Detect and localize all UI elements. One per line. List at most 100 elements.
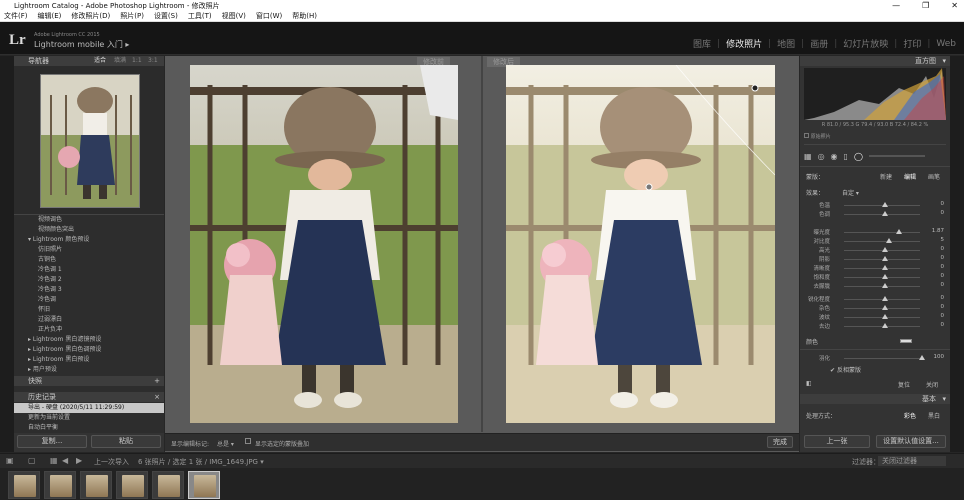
zoom-fit[interactable]: 适合 — [94, 56, 106, 66]
menu-view[interactable]: 视图(V) — [222, 11, 246, 21]
add-snapshot-icon[interactable]: + — [154, 376, 160, 386]
previous-button[interactable]: 上一张 — [804, 435, 870, 448]
module-library[interactable]: 图库 — [693, 37, 711, 50]
treatment-bw[interactable]: 黑白 — [928, 411, 940, 420]
feather-slider[interactable]: 羽化 100 — [806, 354, 946, 363]
done-button[interactable]: 完成 — [767, 436, 793, 448]
preset-item[interactable]: 冷色调 2 — [14, 275, 164, 285]
close-mask-button[interactable]: 关闭 — [926, 380, 938, 389]
slider-knob[interactable] — [882, 323, 888, 328]
history-item-selected[interactable]: 导出 - 硬盘 (2020/5/11 11:29:59) — [14, 403, 164, 413]
crop-icon[interactable]: ▦ — [804, 152, 812, 161]
invert-mask-toggle[interactable]: ✔ 反相蒙版 — [830, 365, 861, 374]
filmstrip-thumb[interactable] — [152, 471, 184, 499]
module-develop[interactable]: 修改照片 — [726, 37, 762, 50]
history-item[interactable]: 自动白平衡 — [14, 423, 164, 433]
toggle-icon[interactable]: ◧ — [806, 380, 812, 387]
close-button[interactable]: ✕ — [951, 0, 958, 11]
brush-icon[interactable] — [868, 155, 925, 157]
slider-10[interactable]: 锐化程度 0 — [806, 295, 946, 304]
copy-settings-button[interactable]: 复制... — [17, 435, 87, 448]
slider-knob[interactable] — [882, 305, 888, 310]
slider-2[interactable]: 色调 0 — [806, 210, 946, 219]
menu-photo[interactable]: 照片(P) — [120, 11, 144, 21]
spot-removal-icon[interactable]: ◎ — [818, 152, 825, 161]
preset-item[interactable]: 仿旧照片 — [14, 245, 164, 255]
slider-knob[interactable] — [882, 296, 888, 301]
minimize-button[interactable]: — — [892, 0, 900, 11]
preset-item[interactable]: 视频调色 — [14, 215, 164, 225]
source-label[interactable]: 上一次导入 — [94, 457, 129, 467]
menu-tools[interactable]: 工具(T) — [188, 11, 212, 21]
preset-item[interactable]: 冷色调 — [14, 295, 164, 305]
collapse-icon[interactable]: ▾ — [942, 394, 946, 404]
histogram[interactable] — [804, 68, 946, 120]
slider-11[interactable]: 杂色 0 — [806, 304, 946, 313]
slider-3[interactable]: 曝光度 1.87 — [806, 228, 946, 237]
clear-history-icon[interactable]: × — [154, 392, 160, 402]
collapse-icon[interactable]: ▾ — [942, 56, 946, 66]
module-slideshow[interactable]: 幻灯片放映 — [843, 37, 888, 50]
mask-new-tab[interactable]: 新建 — [880, 172, 892, 181]
menu-develop[interactable]: 修改照片(D) — [71, 11, 110, 21]
slider-knob[interactable] — [882, 256, 888, 261]
navigator-header[interactable]: 导航器 适合 填满 1:1 3:1 — [14, 56, 164, 66]
mask-overlay-checkbox[interactable] — [245, 438, 251, 444]
menu-edit[interactable]: 编辑(E) — [38, 11, 62, 21]
slider-knob[interactable] — [882, 274, 888, 279]
preset-item[interactable]: 怀旧 — [14, 305, 164, 315]
filmstrip-thumb[interactable] — [44, 471, 76, 499]
menu-window[interactable]: 窗口(W) — [256, 11, 282, 21]
menu-help[interactable]: 帮助(H) — [292, 11, 317, 21]
preset-folder[interactable]: ▸ 用户预设 — [14, 365, 164, 375]
preset-item[interactable]: 古铜色 — [14, 255, 164, 265]
grid-view-icon[interactable]: ▣ — [6, 456, 14, 465]
slider-13[interactable]: 去边 0 — [806, 322, 946, 331]
preset-folder[interactable]: ▾ Lightroom 颜色预设 — [14, 235, 164, 245]
preset-item[interactable]: 过弱漂白 — [14, 315, 164, 325]
original-photo-toggle[interactable]: 原始照片 — [804, 133, 831, 140]
preset-item[interactable]: 视频颜色突出 — [14, 225, 164, 235]
preset-item[interactable]: 冷色调 1 — [14, 265, 164, 275]
mobile-link[interactable]: Lightroom mobile 入门 ▸ — [34, 39, 129, 50]
right-panel-toggle[interactable] — [950, 56, 964, 452]
zoom-1-1[interactable]: 1:1 — [132, 56, 142, 66]
filmstrip-thumb[interactable] — [8, 471, 40, 499]
effect-select[interactable]: 自定 ▾ — [842, 188, 859, 197]
reset-button[interactable]: 复位 — [898, 380, 910, 389]
menu-file[interactable]: 文件(F) — [4, 11, 28, 21]
left-panel-toggle[interactable] — [0, 56, 14, 452]
second-window-icon[interactable]: ▢ — [28, 456, 36, 465]
slider-7[interactable]: 清晰度 0 — [806, 264, 946, 273]
navigator-preview[interactable] — [14, 66, 164, 214]
module-map[interactable]: 地图 — [777, 37, 795, 50]
red-eye-icon[interactable]: ◉ — [831, 152, 838, 161]
preset-folder[interactable]: ▸ Lightroom 黑白预设 — [14, 355, 164, 365]
image-view[interactable]: 修改前 修改后 — [165, 56, 799, 452]
radial-filter-icon[interactable]: ◯ — [854, 152, 863, 161]
grid-icon[interactable]: ▦ — [50, 456, 58, 465]
mask-pin[interactable] — [645, 183, 653, 191]
preset-folder[interactable]: ▸ Lightroom 黑白滤镜预设 — [14, 335, 164, 345]
menu-settings[interactable]: 设置(S) — [154, 11, 178, 21]
history-item[interactable]: 更新为当前设置 — [14, 413, 164, 423]
filmstrip-thumb[interactable] — [116, 471, 148, 499]
zoom-3-1[interactable]: 3:1 — [148, 56, 158, 66]
history-header[interactable]: 历史记录 × — [14, 392, 164, 402]
slider-knob[interactable] — [882, 202, 888, 207]
graduated-filter-icon[interactable]: ▯ — [844, 152, 848, 161]
mask-edit-tab[interactable]: 编辑 — [904, 172, 916, 181]
radial-filter-pin[interactable] — [751, 84, 759, 92]
slider-9[interactable]: 去朦胧 0 — [806, 282, 946, 291]
module-book[interactable]: 画册 — [810, 37, 828, 50]
filmstrip-thumb[interactable] — [80, 471, 112, 499]
after-photo[interactable] — [506, 65, 775, 423]
slider-knob[interactable] — [882, 211, 888, 216]
histogram-header[interactable]: 直方图 ▾ — [800, 56, 950, 66]
zoom-fill[interactable]: 填满 — [114, 56, 126, 66]
slider-8[interactable]: 饱和度 0 — [806, 273, 946, 282]
treatment-color[interactable]: 彩色 — [904, 411, 916, 420]
slider-4[interactable]: 对比度 5 — [806, 237, 946, 246]
slider-track[interactable] — [844, 232, 920, 233]
slider-5[interactable]: 高光 0 — [806, 246, 946, 255]
